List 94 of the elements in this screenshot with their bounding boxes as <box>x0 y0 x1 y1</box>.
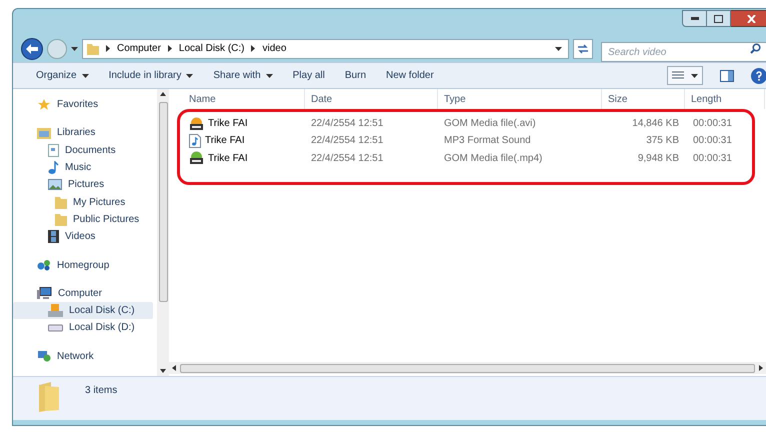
folder-icon <box>87 42 99 54</box>
toolbar-button[interactable]: Play all <box>292 68 326 83</box>
toolbar-button[interactable]: New folder <box>385 68 435 83</box>
column-header[interactable]: Date <box>305 89 438 109</box>
scrollbar-thumb[interactable] <box>180 364 755 372</box>
search-field[interactable]: Search video <box>601 42 766 62</box>
star-icon <box>37 98 51 112</box>
scrollbar-thumb[interactable] <box>158 102 168 302</box>
list-icon <box>672 70 684 80</box>
sidebar-item[interactable]: Documents <box>13 142 153 159</box>
caret-icon <box>266 74 273 78</box>
arrow-left-icon <box>172 365 176 371</box>
media-file-icon <box>189 116 204 131</box>
sidebar-item[interactable]: Computer <box>13 284 153 302</box>
toolbar-button[interactable]: Burn <box>344 68 368 83</box>
preview-pane-button[interactable] <box>719 68 735 84</box>
folder-icon <box>55 196 67 209</box>
chevron-right-icon <box>168 45 172 52</box>
close-button[interactable] <box>731 10 766 27</box>
disk-drive-icon <box>48 304 63 318</box>
table-cell-text: 00:00:31 <box>692 134 733 148</box>
file-name[interactable]: Trike FAI <box>208 116 248 132</box>
sidebar-item[interactable]: Videos <box>13 228 153 246</box>
column-header[interactable]: Size <box>602 89 685 109</box>
table-cell-text: 375 KB <box>645 134 680 148</box>
caret-icon <box>691 74 698 78</box>
refresh-icon <box>577 44 589 54</box>
sidebar-item[interactable]: Libraries <box>13 124 153 142</box>
table-cell-text: 00:00:31 <box>692 117 733 132</box>
table-cell-text: 00:00:31 <box>692 152 733 166</box>
column-header[interactable]: Length <box>685 89 765 109</box>
address-bar[interactable]: Computer Local Disk (C:) video <box>82 38 569 58</box>
arrow-left-icon <box>26 44 38 54</box>
table-cell-text: 22/4/2554 12:51 <box>310 134 384 148</box>
folder-icon <box>37 126 51 139</box>
document-icon <box>48 144 59 157</box>
caret-icon <box>82 74 89 78</box>
table-cell-text: 9,948 KB <box>636 152 680 166</box>
pane-icon <box>720 70 734 82</box>
close-icon <box>747 14 756 22</box>
network-icon <box>37 350 51 362</box>
maximize-button[interactable] <box>707 10 731 27</box>
minimize-button[interactable] <box>682 10 707 27</box>
column-header[interactable]: Type <box>438 89 602 109</box>
sidebar-item[interactable]: Network <box>13 348 153 365</box>
sidebar-item[interactable]: Music <box>13 158 153 176</box>
chevron-right-icon <box>251 45 256 52</box>
breadcrumb[interactable]: Computer <box>117 41 161 56</box>
refresh-button[interactable] <box>573 38 593 58</box>
table-cell-text: 22/4/2554 12:51 <box>310 152 384 166</box>
breadcrumb[interactable]: Local Disk (C:) <box>178 41 244 56</box>
arrow-down-icon <box>160 369 166 373</box>
sidebar-item[interactable]: Pictures <box>13 176 153 194</box>
file-name[interactable]: Trike FAI <box>205 133 245 148</box>
film-icon <box>48 230 59 244</box>
sidebar-item[interactable]: Favorites <box>13 96 153 114</box>
maximize-icon <box>714 14 723 22</box>
computer-icon <box>37 286 52 300</box>
breadcrumb[interactable]: video <box>262 41 286 56</box>
view-button[interactable] <box>667 66 703 85</box>
table-cell-text: 22/4/2554 12:51 <box>310 117 384 132</box>
table-cell-text: GOM Media file(.mp4) <box>443 152 544 166</box>
help-button[interactable] <box>751 68 766 84</box>
sidebar-item[interactable]: Homegroup <box>13 256 153 274</box>
folder-icon <box>55 212 67 226</box>
history-caret-icon <box>71 46 78 50</box>
toolbar-button[interactable]: Include in library <box>108 68 194 83</box>
search-icon <box>750 42 761 54</box>
back-button[interactable] <box>21 38 43 60</box>
column-header[interactable]: Name <box>183 89 305 109</box>
file-name[interactable]: Trike FAI <box>208 150 248 166</box>
homegroup-icon <box>37 259 51 272</box>
arrow-up-icon <box>160 92 166 96</box>
help-icon <box>756 70 762 80</box>
minimize-icon <box>690 17 698 20</box>
arrow-right-icon <box>759 365 763 371</box>
sidebar-item[interactable]: Public Pictures <box>13 210 153 228</box>
item-count: 3 items <box>85 384 118 398</box>
dropdown-caret-icon <box>555 46 562 50</box>
sidebar-item[interactable]: Local Disk (D:) <box>13 319 153 337</box>
disk-drive-icon <box>48 324 63 332</box>
media-file-icon <box>189 151 204 166</box>
chevron-right-icon <box>106 45 110 52</box>
picture-icon <box>48 179 62 190</box>
music-note-icon <box>48 161 59 174</box>
music-file-icon <box>189 134 201 148</box>
table-cell-text: 14,846 KB <box>631 117 680 132</box>
table-cell-text: GOM Media file(.avi) <box>443 117 537 132</box>
sidebar-item[interactable]: My Pictures <box>13 193 153 211</box>
sidebar-item[interactable]: Local Disk (C:) <box>13 302 153 320</box>
caret-icon <box>186 74 194 78</box>
toolbar-button[interactable]: Share with <box>212 68 274 83</box>
table-cell-text: MP3 Format Sound <box>443 134 532 148</box>
toolbar-button[interactable]: Organize <box>35 68 90 83</box>
